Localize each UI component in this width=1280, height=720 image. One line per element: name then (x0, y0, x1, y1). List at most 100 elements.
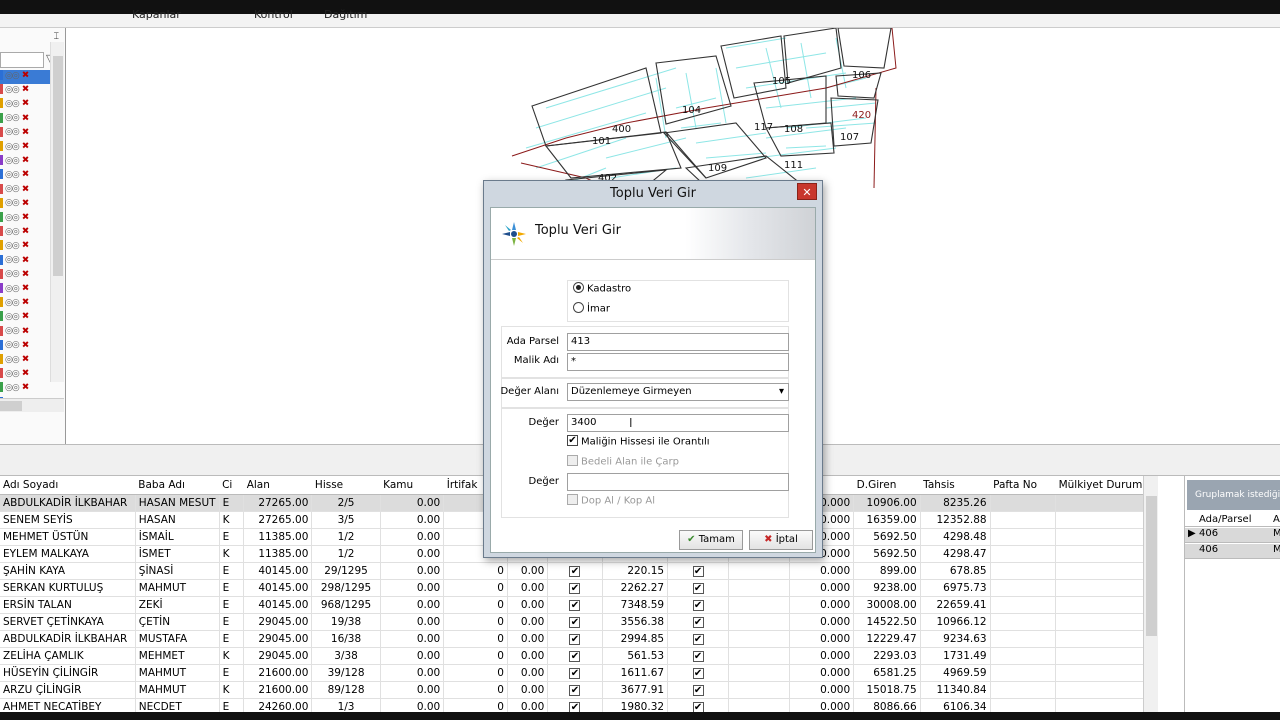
checkbox-icon[interactable]: ✔ (569, 684, 581, 696)
checkbox-icon[interactable]: ✔ (569, 701, 581, 712)
layer-row[interactable]: ◎◎✖ (0, 169, 50, 183)
close-button[interactable]: ✕ (797, 183, 817, 200)
dop-kop-checkbox[interactable]: Dop Al / Kop Al (567, 494, 655, 507)
deger2-input[interactable] (567, 473, 789, 491)
grid-scrollbar[interactable] (1143, 476, 1158, 712)
table-cell[interactable]: ✔ (667, 664, 730, 682)
table-cell[interactable]: ✔ (547, 698, 603, 712)
bedeli-alan-checkbox[interactable]: Bedeli Alan ile Çarp (567, 455, 679, 468)
visibility-icon[interactable]: ◎◎ (5, 340, 20, 350)
checkbox-icon[interactable]: ✔ (569, 650, 581, 662)
tab-kapanlar[interactable]: Kapanlar (132, 8, 181, 21)
lock-icon[interactable]: ✖ (22, 355, 30, 365)
layer-row[interactable]: ◎◎✖ (0, 126, 50, 141)
layer-row[interactable]: ◎◎✖ (0, 297, 50, 311)
lock-icon[interactable]: ✖ (22, 99, 30, 109)
table-row[interactable]: ERSİN TALAN ZEKİ E 40145.00 968/1295 0.00 0 0.0… (0, 596, 1158, 614)
visibility-icon[interactable]: ◎◎ (5, 369, 20, 379)
layer-row[interactable]: ◎◎✖ (0, 84, 50, 98)
dop-kop-box[interactable] (567, 494, 578, 505)
lock-icon[interactable]: ✖ (22, 156, 30, 166)
column-header[interactable]: Kamu (380, 476, 444, 495)
column-header[interactable]: Pafta No (990, 476, 1056, 495)
maligin-hissesi-box[interactable]: ✔ (567, 435, 578, 446)
layer-row[interactable]: ◎◎✖ (0, 155, 50, 169)
checkbox-icon[interactable]: ✔ (692, 701, 704, 712)
cancel-button[interactable]: ✖ İptal (749, 530, 813, 550)
deger-input[interactable]: 3400 (567, 414, 789, 432)
visibility-icon[interactable]: ◎◎ (5, 198, 20, 208)
column-header[interactable]: Alan (243, 476, 312, 495)
lock-icon[interactable]: ✖ (22, 184, 30, 194)
maligin-hissesi-checkbox[interactable]: ✔ Maliğin Hissesi ile Orantılı (567, 435, 710, 448)
checkbox-icon[interactable]: ✔ (692, 582, 704, 594)
table-cell[interactable]: ✔ (667, 681, 730, 699)
layer-row[interactable]: ◎◎✖ (0, 70, 50, 84)
checkbox-icon[interactable]: ✔ (569, 667, 581, 679)
tab-dagitim[interactable]: Dağıtım (324, 8, 367, 21)
lock-icon[interactable]: ✖ (22, 312, 30, 322)
layer-row[interactable]: ◎◎✖ (0, 240, 50, 254)
lock-icon[interactable]: ✖ (22, 340, 30, 350)
checkbox-icon[interactable]: ✔ (692, 633, 704, 645)
table-cell[interactable]: ✔ (547, 613, 603, 631)
table-cell[interactable]: ✔ (667, 613, 730, 631)
grouping-row[interactable]: 406 M (1185, 544, 1280, 559)
deger-alani-select[interactable]: Düzenlemeye Girmeyen ▾ (567, 383, 789, 401)
checkbox-icon[interactable]: ✔ (569, 616, 581, 628)
lock-icon[interactable]: ✖ (22, 383, 30, 393)
column-header[interactable]: Ci (219, 476, 244, 495)
table-row[interactable]: ARZU ÇİLİNGİR MAHMUT K 21600.00 89/128 0.00 0 0… (0, 681, 1158, 699)
table-cell[interactable]: ✔ (667, 630, 730, 648)
table-cell[interactable]: ✔ (547, 681, 603, 699)
radio-imar[interactable]: İmar (573, 302, 610, 315)
layer-row[interactable]: ◎◎✖ (0, 368, 50, 382)
lock-icon[interactable]: ✖ (22, 269, 30, 279)
lock-icon[interactable]: ✖ (22, 85, 30, 95)
column-header[interactable]: D.Giren (853, 476, 921, 495)
layer-row[interactable]: ◎◎✖ (0, 141, 50, 155)
table-cell[interactable]: ✔ (547, 596, 603, 614)
lock-icon[interactable]: ✖ (22, 71, 30, 81)
layer-row[interactable]: ◎◎✖ (0, 197, 50, 212)
lock-icon[interactable]: ✖ (22, 298, 30, 308)
table-cell[interactable]: ✔ (667, 579, 730, 597)
table-cell[interactable]: ✔ (667, 647, 730, 665)
lock-icon[interactable]: ✖ (22, 369, 30, 379)
layer-row[interactable]: ◎◎✖ (0, 325, 50, 340)
checkbox-icon[interactable]: ✔ (569, 582, 581, 594)
column-header[interactable]: Adı Soyadı (0, 476, 136, 495)
layer-filter-input[interactable] (0, 52, 44, 68)
lock-icon[interactable]: ✖ (22, 255, 30, 265)
table-cell[interactable]: ✔ (547, 664, 603, 682)
table-row[interactable]: ZELİHA ÇAMLIK MEHMET K 29045.00 3/38 0.00 0 0.0… (0, 647, 1158, 665)
checkbox-icon[interactable]: ✔ (692, 667, 704, 679)
visibility-icon[interactable]: ◎◎ (5, 312, 20, 322)
table-row[interactable]: AHMET NECATİBEY NECDET E 24260.00 1/3 0.00 0 0.… (0, 698, 1158, 712)
visibility-icon[interactable]: ◎◎ (5, 213, 20, 223)
lock-icon[interactable]: ✖ (22, 213, 30, 223)
radio-kadastro-dot[interactable] (573, 282, 584, 293)
layer-scrollbar[interactable] (50, 42, 64, 382)
grouping-row[interactable]: ▶ 406 M (1185, 528, 1280, 543)
table-cell[interactable]: ✔ (547, 647, 603, 665)
checkbox-icon[interactable]: ✔ (692, 684, 704, 696)
visibility-icon[interactable]: ◎◎ (5, 127, 20, 137)
layer-row[interactable]: ◎◎✖ (0, 226, 50, 240)
lock-icon[interactable]: ✖ (22, 142, 30, 152)
ok-button[interactable]: ✔ Tamam (679, 530, 743, 550)
chevron-down-icon[interactable]: ▾ (779, 384, 784, 400)
lock-icon[interactable]: ✖ (22, 170, 30, 180)
pin-icon[interactable]: ⌶ (54, 32, 59, 42)
column-header[interactable]: Tahsis (920, 476, 991, 495)
visibility-icon[interactable]: ◎◎ (5, 85, 20, 95)
table-cell[interactable]: ✔ (547, 579, 603, 597)
table-cell[interactable]: ✔ (667, 698, 730, 712)
visibility-icon[interactable]: ◎◎ (5, 113, 20, 123)
layer-hscrollbar[interactable] (0, 398, 64, 412)
lock-icon[interactable]: ✖ (22, 284, 30, 294)
table-row[interactable]: SERVET ÇETİNKAYA ÇETİN E 29045.00 19/38 0.00 0… (0, 613, 1158, 631)
column-header[interactable]: Baba Adı (135, 476, 220, 495)
lock-icon[interactable]: ✖ (22, 127, 30, 137)
checkbox-icon[interactable]: ✔ (569, 633, 581, 645)
